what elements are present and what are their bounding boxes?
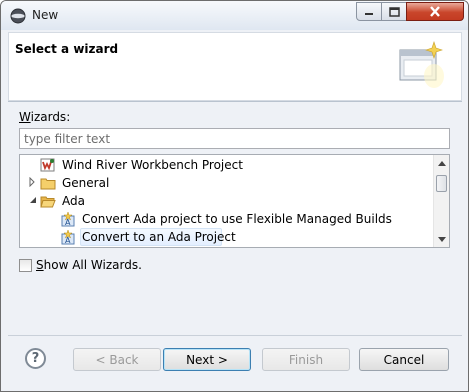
new-wizard-dialog: New Select a wizard Wizards: type filter… xyxy=(0,0,469,392)
tree-item-convert-flexible[interactable]: A Convert Ada project to use Flexible Ma… xyxy=(20,210,432,228)
next-button[interactable]: Next > xyxy=(163,348,251,371)
ada-project-icon: A xyxy=(61,211,75,227)
wizard-banner-icon xyxy=(399,41,444,88)
back-button-label: < Back xyxy=(95,352,139,367)
tree-scrollbar[interactable] xyxy=(433,155,449,247)
help-button[interactable]: ? xyxy=(25,348,46,369)
cancel-button-label: Cancel xyxy=(383,352,425,367)
chevron-down-icon[interactable] xyxy=(28,195,38,207)
wizard-tree[interactable]: Wind River Workbench Project General Ada xyxy=(19,154,450,248)
wizards-label-text: izards: xyxy=(30,110,71,124)
tree-item-ada[interactable]: Ada xyxy=(20,192,432,210)
tree-item-wind-river[interactable]: Wind River Workbench Project xyxy=(20,156,432,174)
show-all-wizards-checkbox[interactable] xyxy=(19,258,32,272)
show-all-wizards-option[interactable]: Show All Wizards. xyxy=(19,258,142,272)
back-button[interactable]: < Back xyxy=(73,348,161,371)
filter-input[interactable] xyxy=(19,128,450,149)
page-title: Select a wizard xyxy=(15,42,119,56)
show-all-mnemonic: S xyxy=(36,258,44,272)
cancel-button[interactable]: Cancel xyxy=(359,348,449,371)
close-button[interactable] xyxy=(406,2,464,21)
scroll-up-arrow-icon[interactable] xyxy=(434,155,449,171)
eclipse-sphere-icon xyxy=(10,8,26,24)
wizards-label-mnemonic: W xyxy=(19,110,31,124)
folder-open-icon xyxy=(40,196,56,208)
window-title: New xyxy=(32,8,59,22)
title-bar[interactable]: New xyxy=(1,1,468,30)
tree-item-general[interactable]: General xyxy=(20,174,432,192)
minimize-icon xyxy=(365,12,373,15)
maximize-icon xyxy=(388,6,400,17)
finish-button-label: Finish xyxy=(288,352,324,367)
tree-item-label: Convert to an Ada Project xyxy=(82,230,236,244)
close-icon xyxy=(430,6,440,17)
tree-item-convert-ada[interactable]: A Convert to an Ada Project xyxy=(20,228,432,246)
show-all-text: how All Wizards. xyxy=(43,258,142,272)
chevron-right-icon[interactable] xyxy=(28,176,38,189)
help-icon: ? xyxy=(31,351,40,366)
footer-separator xyxy=(8,335,462,336)
scrollbar-thumb[interactable] xyxy=(436,175,447,192)
header-separator xyxy=(8,101,462,102)
wind-river-project-icon xyxy=(40,158,55,172)
tree-item-label: Ada xyxy=(62,194,85,208)
wizards-label: Wizards: xyxy=(19,110,70,124)
tree-item-label: Convert Ada project to use Flexible Mana… xyxy=(82,212,392,226)
tree-item-label: Wind River Workbench Project xyxy=(62,158,243,172)
scroll-down-arrow-icon[interactable] xyxy=(434,231,449,247)
finish-button[interactable]: Finish xyxy=(262,348,350,371)
next-button-label: Next > xyxy=(186,352,228,367)
ada-project-icon: A xyxy=(61,229,75,245)
folder-icon xyxy=(40,178,56,190)
minimize-button[interactable] xyxy=(356,2,382,21)
tree-item-label: General xyxy=(62,176,110,190)
wizard-header: Select a wizard xyxy=(8,32,462,101)
maximize-button[interactable] xyxy=(381,2,407,21)
show-all-wizards-label: Show All Wizards. xyxy=(36,258,142,272)
